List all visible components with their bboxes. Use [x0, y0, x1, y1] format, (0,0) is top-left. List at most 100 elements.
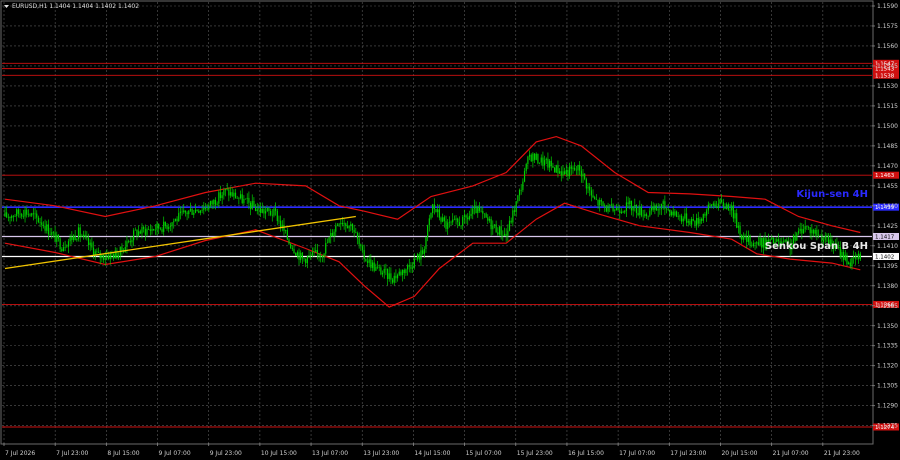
candle-body [856, 258, 858, 260]
candle-body [704, 214, 706, 216]
candle-body [737, 225, 739, 228]
candle-body [37, 217, 40, 223]
price-tick-label: 1.1560 [877, 43, 898, 50]
candle-body [102, 254, 105, 260]
candle-body [555, 165, 557, 173]
candle-body [9, 217, 11, 219]
candle-body [512, 210, 514, 223]
candle-body [432, 204, 434, 213]
candle-body [401, 269, 404, 276]
candle-body [249, 202, 252, 209]
candle-body [107, 255, 110, 260]
candle-body [211, 201, 213, 205]
candle-body [204, 207, 207, 209]
candle-body [149, 229, 151, 231]
candle-body [602, 201, 604, 206]
candle-body [326, 242, 329, 244]
candle-body [550, 160, 552, 166]
candle-body [59, 238, 61, 250]
candle-body [213, 199, 215, 205]
candle-body [543, 160, 546, 166]
candle-body [712, 203, 714, 206]
candle-body [597, 199, 599, 206]
candle-body [39, 222, 41, 223]
candle-body [315, 250, 317, 252]
candle-body [306, 256, 308, 264]
candle-body [599, 200, 601, 206]
candle-body [233, 192, 235, 197]
candle-body [799, 228, 801, 231]
candle-body [164, 221, 166, 226]
candle-body [169, 226, 171, 228]
candle-body [338, 223, 340, 225]
candle-body [528, 154, 531, 157]
candle-body [343, 223, 345, 225]
candle-body [754, 243, 756, 244]
candle-body [503, 233, 506, 236]
candle-body [672, 211, 674, 216]
candle-body [433, 204, 435, 209]
candle-body [430, 212, 432, 219]
candle-body [665, 208, 668, 210]
candle-body [702, 214, 704, 221]
candle-body [323, 253, 325, 258]
candle-body [208, 205, 210, 210]
candle-body [483, 213, 486, 215]
candle-body [355, 232, 357, 233]
candle-body [353, 229, 355, 233]
candle-body [757, 242, 760, 246]
candle-body [223, 190, 225, 196]
candle-body [42, 224, 45, 226]
candle-body [378, 266, 380, 268]
candle-body [153, 229, 155, 231]
candle-body [134, 229, 136, 231]
candle-body [300, 252, 302, 260]
candle-body [216, 203, 218, 205]
candle-body [844, 254, 846, 260]
candle-body [14, 215, 16, 217]
candle-body [266, 208, 268, 212]
candle-body [670, 211, 673, 216]
candle-body [280, 220, 282, 228]
candle-body [584, 173, 586, 180]
candle-body [422, 250, 424, 254]
candle-body [159, 228, 161, 230]
price-tick-label: 1.1275 [877, 423, 898, 430]
candle-body [290, 243, 292, 249]
candle-body [54, 232, 56, 242]
candle-body [360, 244, 362, 247]
candle-body [256, 209, 258, 212]
candle-body [557, 165, 559, 174]
candle-body [203, 207, 205, 211]
candle-body [16, 209, 18, 216]
candle-body [351, 224, 354, 230]
candle-body [178, 213, 180, 222]
candle-body [655, 205, 658, 211]
candle-body [4, 212, 6, 217]
candle-body [851, 257, 853, 267]
candle-body [438, 209, 440, 218]
candle-body [465, 215, 467, 218]
candle-body [679, 215, 681, 217]
candle-body [538, 162, 541, 164]
candle-body [680, 215, 683, 222]
candle-body [19, 213, 21, 215]
candle-body [89, 242, 91, 246]
time-tick-label: 15 Jul 23:00 [517, 450, 553, 457]
candle-body [517, 195, 519, 202]
candle-body [144, 228, 146, 235]
candle-body [749, 235, 751, 246]
level-price-label: 1.1417 [875, 234, 895, 240]
candle-body [273, 208, 275, 216]
candle-body [652, 206, 654, 210]
candle-body [96, 251, 98, 252]
candle-body [440, 217, 442, 222]
candle-body [219, 192, 222, 199]
candle-body [462, 216, 464, 226]
candle-body [248, 197, 250, 203]
candle-body [816, 229, 818, 236]
candle-body [622, 211, 624, 213]
candle-body [564, 171, 566, 175]
candle-body [328, 237, 330, 243]
candle-body [408, 265, 410, 267]
